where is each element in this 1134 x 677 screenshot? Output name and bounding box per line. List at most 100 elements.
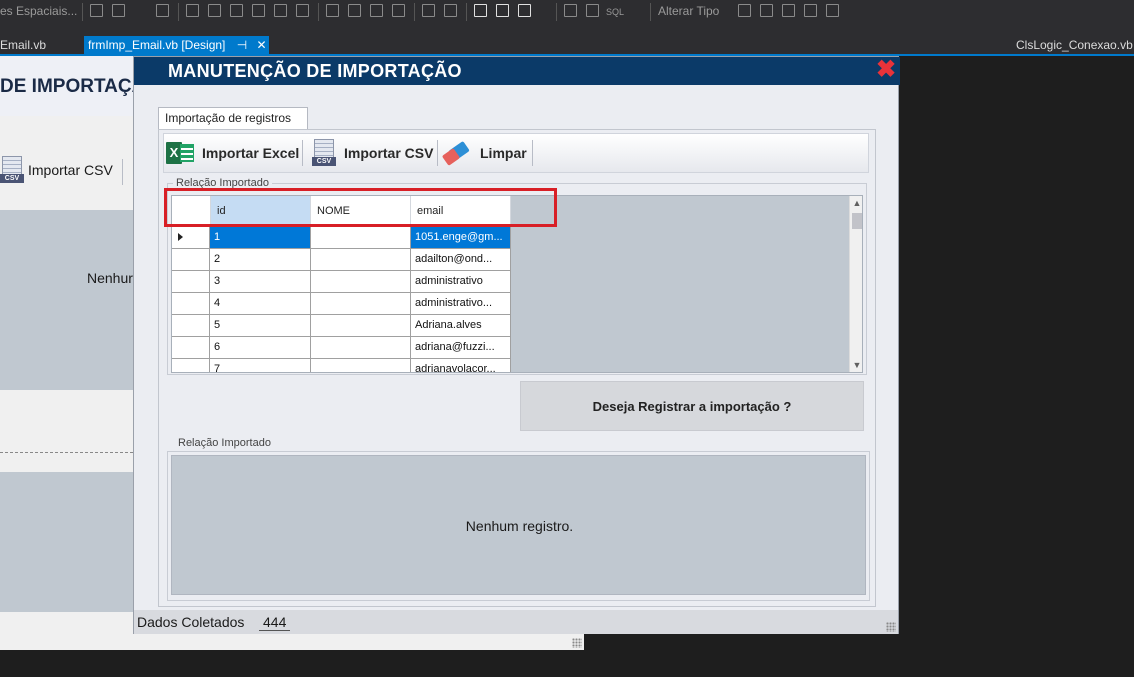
grid-view-icon[interactable] [586,4,599,17]
row-header[interactable] [172,249,210,271]
table-row[interactable]: 5 Adriana.alves [172,315,512,337]
align-grid-icon[interactable] [90,4,103,17]
cell-email[interactable]: adailton@ond... [411,249,511,271]
cell-id[interactable]: 5 [210,315,311,337]
designer-grid-2[interactable] [0,472,133,612]
row-header[interactable] [172,227,210,249]
scroll-up-icon[interactable]: ▲ [850,196,862,210]
align-middle-icon[interactable] [230,4,243,17]
cell-nome[interactable] [311,359,411,372]
center-horizontally-icon[interactable] [392,4,405,17]
cell-id[interactable]: 1 [210,227,311,249]
ribbon-separator [437,140,438,166]
tab-clslogic-conexao[interactable]: ClsLogic_Conexao.vb [1012,36,1134,54]
row-header[interactable] [172,359,210,372]
clear-button[interactable]: Limpar [441,134,527,172]
cell-email[interactable]: adriana@fuzzi... [411,337,511,359]
row-header[interactable] [172,293,210,315]
toolbar-spacing-label[interactable]: es Espaciais... [0,4,77,18]
window-statusbar: Dados Coletados 444 [134,610,898,634]
align-right-icon[interactable] [186,4,199,17]
tab-label: frmImp_Email.vb [Design] [88,38,226,52]
window-titlebar[interactable]: MANUTENÇÃO DE IMPORTAÇÃO ✖ [134,57,900,85]
csv-badge-label: CSV [0,174,24,183]
designer-form-title: DE IMPORTAÇÃ [0,76,146,97]
designer-grid-1[interactable] [0,210,133,390]
align-top-icon[interactable] [208,4,221,17]
cell-email[interactable]: administrativo [411,271,511,293]
cell-id[interactable]: 2 [210,249,311,271]
grid-vertical-scrollbar[interactable]: ▲ ▼ [849,196,862,372]
cell-email[interactable]: adrianavolacor... [411,359,511,372]
make-same-height-icon[interactable] [296,4,309,17]
close-tab-icon[interactable]: ✕ [257,38,267,52]
toolbar-separator [556,3,557,21]
cell-id[interactable]: 7 [210,359,311,372]
sql-pane-icon[interactable] [760,4,773,17]
table-row[interactable]: 7 adrianavolacor... [172,359,512,372]
query-icon[interactable] [564,4,577,17]
table-row[interactable]: 2 adailton@ond... [172,249,512,271]
cell-nome[interactable] [311,249,411,271]
align-left-icon[interactable] [112,4,125,17]
cell-email[interactable]: 1051.enge@gm... [411,227,511,249]
bring-to-front-icon[interactable] [422,4,435,17]
change-type-label[interactable]: Alterar Tipo [658,4,719,18]
cell-nome[interactable] [311,293,411,315]
tab-email-vb[interactable]: Email.vb [0,36,50,54]
sql-label[interactable]: SQL [606,7,624,17]
toolbar-separator [650,3,651,21]
tab-import-records[interactable]: Importação de registros [158,107,308,129]
table-row[interactable]: 1 1051.enge@gm... [172,227,512,249]
cell-nome[interactable] [311,227,411,249]
row-header[interactable] [172,315,210,337]
criteria-pane-icon[interactable] [782,4,795,17]
import-excel-button[interactable]: X Importar Excel [166,134,299,172]
collected-data-count: 444 [259,614,291,631]
resize-grip-icon[interactable] [572,638,582,648]
results-pane-icon[interactable] [804,4,817,17]
cell-email[interactable]: administrativo... [411,293,511,315]
align-bottom-icon[interactable] [252,4,265,17]
scroll-down-icon[interactable]: ▼ [850,358,862,372]
cell-id[interactable]: 3 [210,271,311,293]
cell-email[interactable]: Adriana.alves [411,315,511,337]
current-row-arrow-icon [178,233,183,241]
properties-icon[interactable] [826,4,839,17]
toolbar-separator [82,3,83,21]
table-row[interactable]: 6 adriana@fuzzi... [172,337,512,359]
tab-order-icon[interactable] [474,4,487,17]
scrollbar-thumb[interactable] [852,213,862,229]
empty-grid-message: Nenhum registro. [465,518,574,534]
row-header[interactable] [172,337,210,359]
cell-nome[interactable] [311,315,411,337]
resize-grip-icon[interactable] [886,622,896,632]
send-to-back-icon[interactable] [444,4,457,17]
horizontal-spacing-icon[interactable] [348,4,361,17]
ribbon-separator [122,159,123,185]
lock-controls-icon[interactable] [496,4,509,17]
table-row[interactable]: 4 administrativo... [172,293,512,315]
cell-nome[interactable] [311,271,411,293]
csv-file-icon: CSV [0,156,26,184]
cell-id[interactable]: 4 [210,293,311,315]
close-icon[interactable]: ✖ [875,58,897,82]
row-header[interactable] [172,271,210,293]
import-csv-button[interactable]: CSV Importar CSV [312,134,433,172]
tab-frmimp-email-design[interactable]: frmImp_Email.vb [Design] ⊣ ✕ [84,36,269,54]
vertical-spacing-icon[interactable] [370,4,383,17]
cell-id[interactable]: 6 [210,337,311,359]
align-center-icon[interactable] [156,4,169,17]
format-icon[interactable] [518,4,531,17]
confirm-import-button[interactable]: Deseja Registrar a importação ? [520,381,864,431]
import-result-grid[interactable]: Nenhum registro. [171,455,866,595]
cell-nome[interactable] [311,337,411,359]
pin-icon[interactable]: ⊣ [237,38,247,52]
make-same-width-icon[interactable] [274,4,287,17]
eraser-icon [441,140,474,166]
designer-import-csv-button[interactable]: CSV Importar CSV [0,154,133,188]
ribbon-separator [532,140,533,166]
add-table-icon[interactable] [738,4,751,17]
size-to-grid-icon[interactable] [326,4,339,17]
table-row[interactable]: 3 administrativo [172,271,512,293]
